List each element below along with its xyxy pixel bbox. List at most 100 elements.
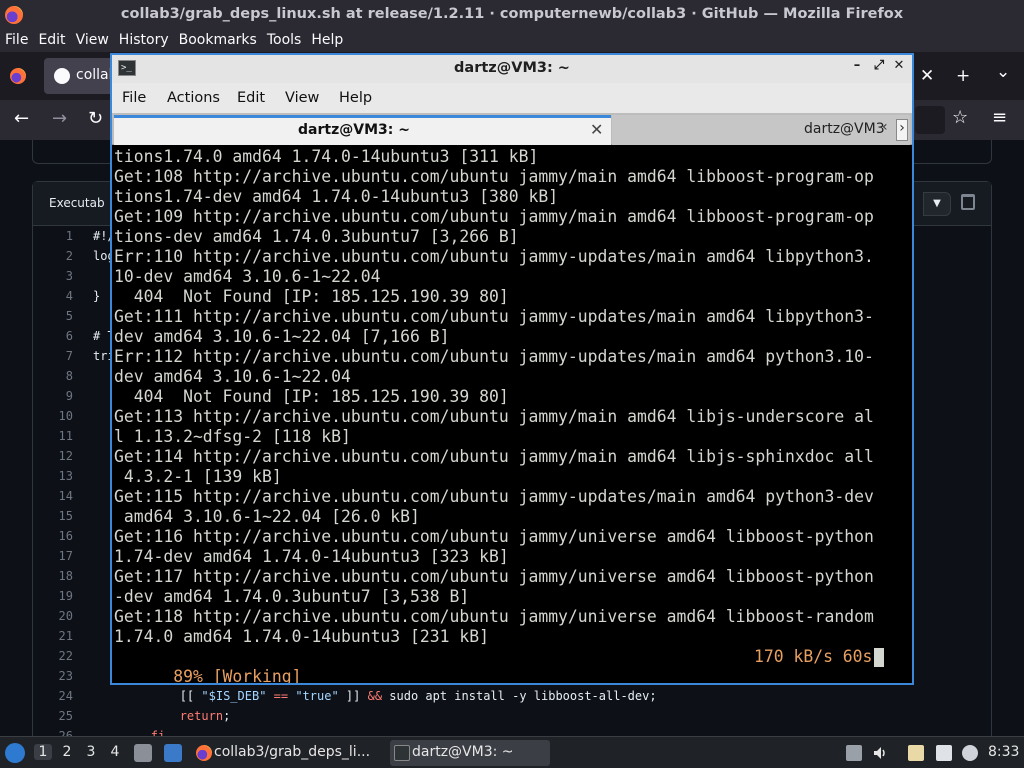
code-line: 25 return; [40,706,980,726]
terminal-line: Get:111 http://archive.ubuntu.com/ubuntu… [114,307,874,326]
terminal-line: 4.3.2-1 [139 kB] [114,467,282,486]
line-number[interactable]: 6 [40,329,73,343]
bookmark-star-icon[interactable]: ☆ [952,107,968,128]
forward-button[interactable]: → [52,108,67,129]
clock[interactable]: 8:33 [988,744,1019,760]
terminal-line: Get:118 http://archive.ubuntu.com/ubuntu… [114,607,874,626]
reload-button[interactable]: ↻ [88,108,103,129]
terminal-titlebar[interactable]: >_ dartz@VM3: ~ – ⤢ ✕ [112,55,912,83]
maximize-button[interactable]: ⤢ [870,58,888,78]
line-number[interactable]: 18 [40,569,73,583]
network-icon[interactable] [936,745,952,761]
line-number[interactable]: 10 [40,409,73,423]
taskbar: 1 2 3 4 collab3/grab_deps_li... dartz@VM… [0,736,1024,768]
menu-tools[interactable]: Tools [262,30,307,48]
terminal-line: dev amd64 3.10.6-1~22.04 [114,367,351,386]
terminal-line: tions-dev amd64 1.74.0.3ubuntu7 [3,266 B… [114,227,519,246]
menu-edit[interactable]: Edit [33,30,70,48]
terminal-line: tions1.74.0 amd64 1.74.0-14ubuntu3 [311 … [114,147,539,166]
terminal-tab-active[interactable]: dartz@VM3: ~ ✕ [114,115,611,145]
line-number[interactable]: 21 [40,629,73,643]
terminal-line: 404 Not Found [IP: 185.125.190.39 80] [114,387,509,406]
workspace-2[interactable]: 2 [58,744,76,760]
line-number[interactable]: 22 [40,649,73,663]
menu-history[interactable]: History [114,30,174,48]
line-number[interactable]: 3 [40,269,73,283]
terminal-line: Get:114 http://archive.ubuntu.com/ubuntu… [114,447,874,466]
line-number[interactable]: 14 [40,489,73,503]
app-menu-icon[interactable]: ≡ [992,107,1007,128]
terminal-tabbar: dartz@VM3: ~ ✕ dartz@VM3 ‹ › [112,113,912,145]
volume-icon[interactable] [872,745,888,761]
line-number[interactable]: 9 [40,389,73,403]
line-number[interactable]: 24 [40,689,73,703]
tab-scroll-right-icon[interactable]: › [896,119,908,141]
line-number[interactable]: 4 [40,289,73,303]
menu-help[interactable]: Help [306,30,348,48]
line-number[interactable]: 20 [40,609,73,623]
line-number[interactable]: 25 [40,709,73,723]
line-number[interactable]: 13 [40,469,73,483]
terminal-line: amd64 3.10.6-1~22.04 [26.0 kB] [114,507,420,526]
menu-file[interactable]: File [0,30,33,48]
line-number[interactable]: 7 [40,349,73,363]
clipboard-icon[interactable] [908,745,924,761]
workspace-4[interactable]: 4 [106,744,124,760]
trash-icon[interactable] [961,194,975,210]
task-firefox[interactable]: collab3/grab_deps_li... [192,740,388,766]
line-number[interactable]: 1 [40,229,73,243]
terminal-line: Get:116 http://archive.ubuntu.com/ubuntu… [114,527,874,546]
code-line: 26 fi [40,726,980,736]
terminal-line: dev amd64 3.10.6-1~22.04 [7,166 B] [114,327,450,346]
close-button[interactable]: ✕ [890,58,908,78]
code-text: [[ "$IS_DEB" == "true" ]] && sudo apt in… [179,689,657,703]
terminal-menu-actions[interactable]: Actions [167,90,220,106]
line-number[interactable]: 26 [40,729,73,736]
line-number[interactable]: 16 [40,529,73,543]
terminal-output[interactable]: tions1.74.0 amd64 1.74.0-14ubuntu3 [311 … [114,147,910,683]
firefox-view-icon[interactable] [10,68,26,84]
terminal-line: Get:115 http://archive.ubuntu.com/ubuntu… [114,487,874,506]
tab-close-icon[interactable]: ✕ [590,120,603,139]
terminal-tab-label: dartz@VM3: ~ [298,122,410,138]
workspace-3[interactable]: 3 [82,744,100,760]
line-number[interactable]: 15 [40,509,73,523]
task-label: collab3/grab_deps_li... [214,744,371,760]
url-bar[interactable] [915,106,945,134]
line-number[interactable]: 17 [40,549,73,563]
menu-bookmarks[interactable]: Bookmarks [174,30,262,48]
start-menu-icon[interactable] [5,743,25,763]
notification-icon[interactable] [962,745,978,761]
eject-icon[interactable] [846,745,862,761]
more-options-dropdown[interactable]: ▼ [923,192,951,216]
line-number[interactable]: 12 [40,449,73,463]
close-tab-icon[interactable]: ✕ [920,66,934,86]
back-button[interactable]: ← [14,108,29,129]
line-number[interactable]: 2 [40,249,73,263]
terminal-menu-help[interactable]: Help [339,90,372,106]
terminal-line: Get:117 http://archive.ubuntu.com/ubuntu… [114,567,874,586]
task-terminal[interactable]: dartz@VM3: ~ [390,740,550,766]
code-text: fi [150,729,166,736]
tab-scroll-left-icon[interactable]: ‹ [882,119,894,141]
terminal-menu-edit[interactable]: Edit [237,90,265,106]
workspace-1[interactable]: 1 [34,744,52,760]
desktop-icon[interactable] [164,744,182,762]
line-number[interactable]: 19 [40,589,73,603]
download-speed: 170 kB/s 60s [754,647,873,666]
terminal-line: Get:108 http://archive.ubuntu.com/ubuntu… [114,167,874,186]
terminal-menu-file[interactable]: File [122,90,146,106]
terminal-menu-view[interactable]: View [285,90,319,106]
firefox-window-title: collab3/grab_deps_linux.sh at release/1.… [120,6,904,22]
line-number[interactable]: 11 [40,429,73,443]
terminal-line: -dev amd64 1.74.0.3ubuntu7 [3,538 B] [114,587,470,606]
list-tabs-icon[interactable]: ⌄ [996,62,1010,82]
menu-view[interactable]: View [71,30,114,48]
terminal-tab-inactive[interactable]: dartz@VM3 [612,115,910,145]
new-tab-button[interactable]: + [956,66,970,86]
line-number[interactable]: 8 [40,369,73,383]
file-manager-icon[interactable] [134,744,152,762]
line-number[interactable]: 5 [40,309,73,323]
line-number[interactable]: 23 [40,669,73,683]
minimize-button[interactable]: – [848,58,866,78]
